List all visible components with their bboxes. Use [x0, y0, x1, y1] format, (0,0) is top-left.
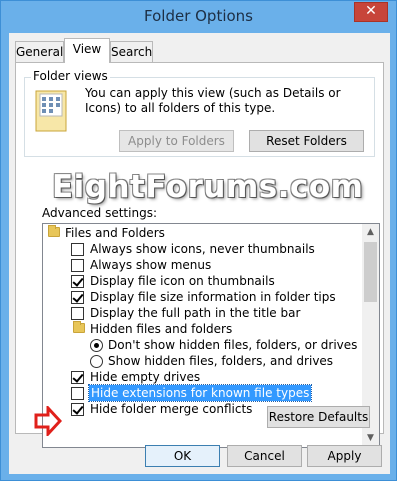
folder-options-window: Folder Options ✕ General View Search Fol… — [0, 0, 397, 481]
option-label: Show hidden files, folders, and drives — [108, 354, 334, 368]
checkbox[interactable] — [71, 275, 84, 288]
option-label: Display the full path in the title bar — [90, 306, 301, 320]
folder-icon — [73, 321, 85, 333]
tab-search[interactable]: Search — [110, 41, 153, 62]
tree-label: Files and Folders — [65, 226, 165, 240]
checkbox[interactable] — [71, 243, 84, 256]
option-label: Don't show hidden files, folders, or dri… — [108, 338, 358, 352]
restore-defaults-button[interactable]: Restore Defaults — [267, 406, 370, 428]
radio-button[interactable] — [90, 355, 103, 368]
tab-general[interactable]: General — [15, 41, 64, 62]
checkbox[interactable] — [71, 259, 84, 272]
option-label: Display file size information in folder … — [90, 290, 336, 304]
tab-view[interactable]: View — [64, 38, 110, 63]
folder-icon — [48, 225, 60, 237]
folder-views-group: Folder views You can apply this view (su… — [24, 69, 375, 157]
eightforums-watermark: EightForums.com — [52, 169, 364, 205]
checkbox[interactable] — [71, 307, 84, 320]
option-label: Hide folder merge conflicts — [90, 402, 253, 416]
title-bar[interactable]: Folder Options ✕ — [1, 1, 396, 33]
checkbox[interactable] — [71, 291, 84, 304]
option-label: Always show icons, never thumbnails — [90, 242, 315, 256]
red-arrow-annotation-icon — [34, 406, 62, 436]
option-label: Hide empty drives — [90, 370, 201, 384]
option-label: Always show menus — [90, 258, 212, 272]
tree-label: Hidden files and folders — [90, 322, 233, 336]
close-button[interactable]: ✕ — [354, 2, 388, 22]
option-label: Display file icon on thumbnails — [90, 274, 275, 288]
reset-folders-button[interactable]: Reset Folders — [249, 130, 364, 152]
dialog-client-area: General View Search Folder views You can… — [9, 33, 390, 474]
dialog-button-bar: OK Cancel Apply — [9, 434, 390, 474]
folder-views-icon — [35, 90, 67, 132]
option-label-selected: Hide extensions for known file types — [87, 384, 313, 402]
apply-to-folders-button[interactable]: Apply to Folders — [119, 130, 234, 152]
scroll-up-arrow-icon[interactable]: ▲ — [362, 224, 379, 241]
checkbox[interactable] — [71, 387, 84, 400]
view-tab-panel: Folder views You can apply this view (su… — [15, 62, 384, 448]
scroll-thumb[interactable] — [364, 242, 377, 302]
advanced-settings-label: Advanced settings: — [42, 206, 157, 220]
ok-button[interactable]: OK — [145, 445, 220, 467]
radio-button[interactable] — [90, 339, 103, 352]
cancel-button[interactable]: Cancel — [227, 445, 302, 467]
apply-button[interactable]: Apply — [307, 445, 382, 467]
window-title: Folder Options — [144, 7, 253, 25]
folder-views-label: Folder views — [31, 69, 110, 83]
checkbox[interactable] — [71, 403, 84, 416]
folder-views-description: You can apply this view (such as Details… — [85, 86, 341, 115]
checkbox[interactable] — [71, 371, 84, 384]
